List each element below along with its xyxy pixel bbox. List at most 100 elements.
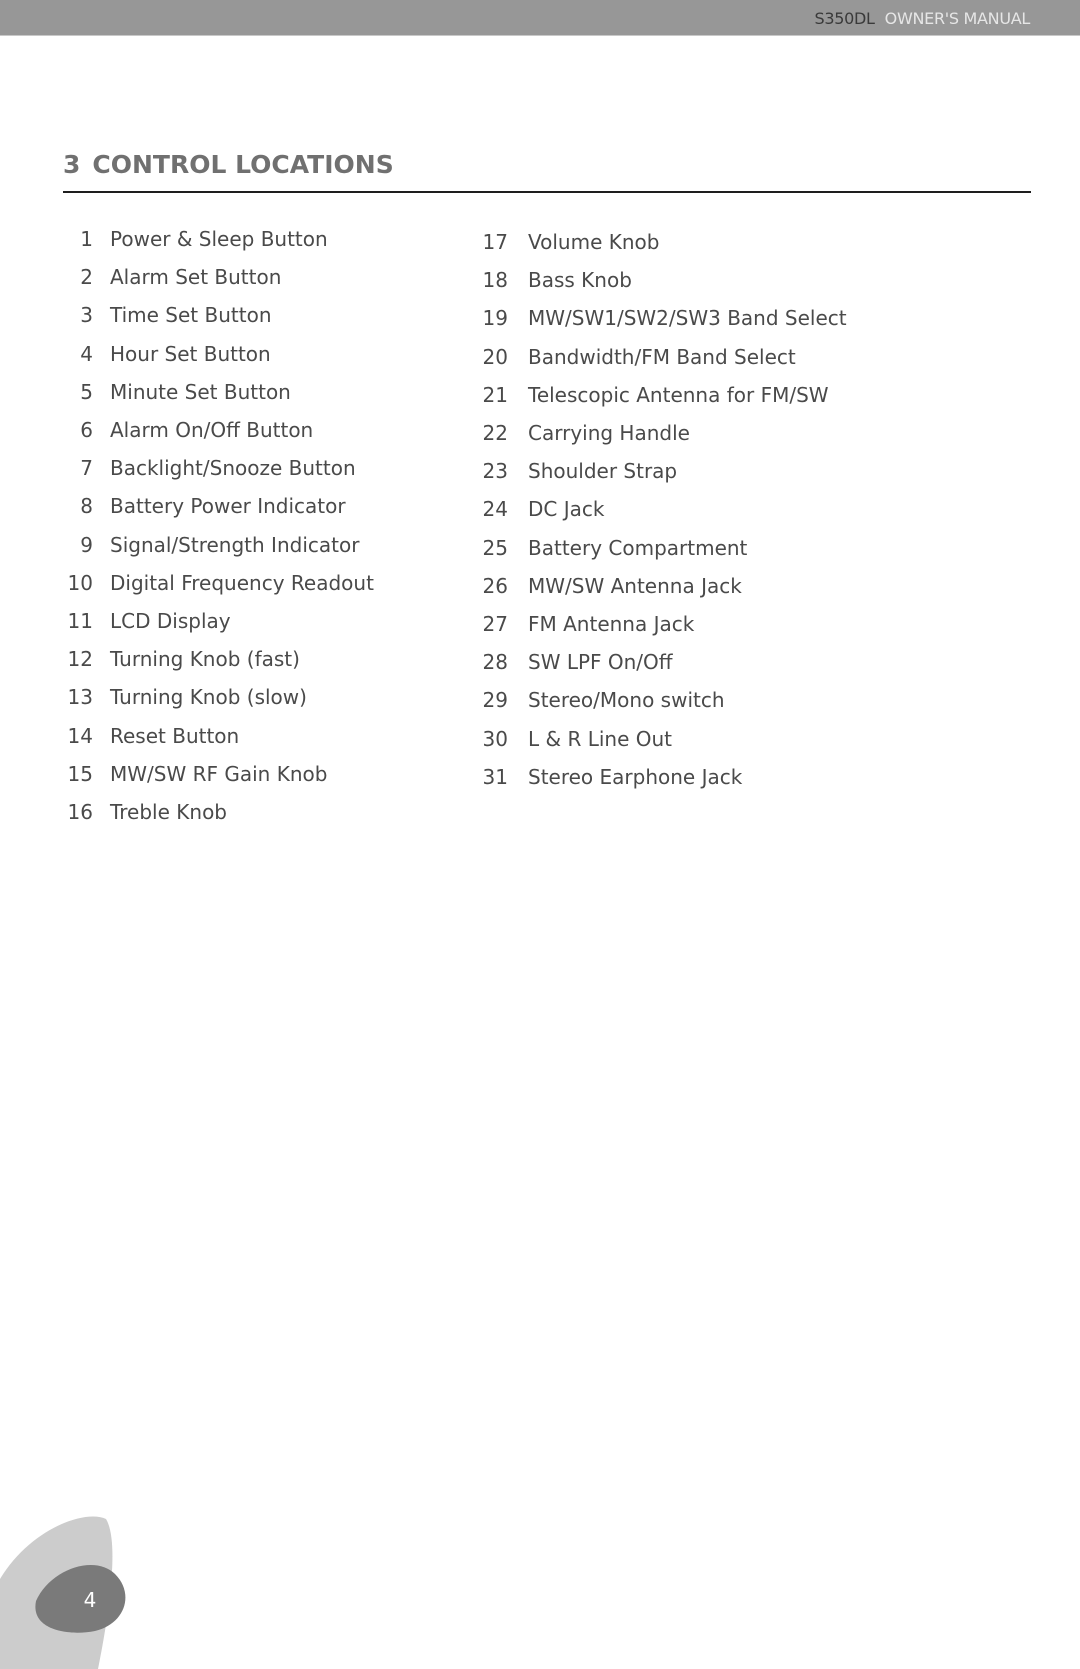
control-list-item: 23 Shoulder Strap <box>481 452 847 490</box>
control-label: Turning Knob (fast) <box>110 647 300 672</box>
control-list-item: 6 Alarm On/Off Button <box>63 411 374 449</box>
control-number: 31 <box>482 764 508 789</box>
control-list-item: 11 LCD Display <box>63 602 374 640</box>
control-label: Turning Knob (slow) <box>110 685 307 710</box>
control-number: 26 <box>482 573 508 598</box>
control-list-item: 12 Turning Knob (fast) <box>63 640 374 678</box>
control-label: Telescopic Antenna for FM/SW <box>528 382 829 407</box>
control-label: SW LPF On/Off <box>528 650 673 675</box>
title-divider <box>63 191 1031 193</box>
control-number: 20 <box>482 344 508 369</box>
control-list-item: 17 Volume Knob <box>481 223 847 261</box>
control-list-item: 21 Telescopic Antenna for FM/SW <box>481 376 847 414</box>
control-number: 18 <box>482 268 508 293</box>
control-label: MW/SW RF Gain Knob <box>110 761 328 786</box>
control-number: 30 <box>482 726 508 751</box>
control-number: 29 <box>482 688 508 713</box>
control-list-item: 7 Backlight/Snooze Button <box>63 449 374 487</box>
control-list-item: 1 Power & Sleep Button <box>63 220 374 258</box>
control-number: 1 <box>80 227 93 252</box>
control-number: 21 <box>482 382 508 407</box>
control-list-item: 30 L & R Line Out <box>481 719 847 757</box>
control-list-item: 4 Hour Set Button <box>63 335 374 373</box>
control-label: Digital Frequency Readout <box>110 570 374 595</box>
control-list-item: 5 Minute Set Button <box>63 373 374 411</box>
control-list-item: 26 MW/SW Antenna Jack <box>481 567 847 605</box>
control-number: 7 <box>80 456 93 481</box>
control-number: 16 <box>67 799 93 824</box>
control-number: 23 <box>482 459 508 484</box>
control-list-item: 15 MW/SW RF Gain Knob <box>63 755 374 793</box>
control-number: 22 <box>482 421 508 446</box>
control-list-item: 2 Alarm Set Button <box>63 258 374 296</box>
control-list-item: 25 Battery Compartment <box>481 529 847 567</box>
control-label: Treble Knob <box>110 799 228 824</box>
control-label: DC Jack <box>528 497 605 522</box>
page-number: 4 <box>83 1588 97 1612</box>
control-label: Power & Sleep Button <box>110 227 328 252</box>
control-number: 28 <box>482 650 508 675</box>
control-list-item: 9 Signal/Strength Indicator <box>63 526 374 564</box>
control-number: 15 <box>67 761 93 786</box>
controls-list-right: 17 Volume Knob 18 Bass Knob 19 MW/SW1/SW2/SW3… <box>481 223 847 796</box>
controls-list-left: 1 Power & Sleep Button 2 Alarm Set Button 3 T… <box>63 220 374 831</box>
control-label: MW/SW1/SW2/SW3 Band Select <box>528 306 847 331</box>
control-list-item: 3 Time Set Button <box>63 296 374 334</box>
control-label: Signal/Strength Indicator <box>110 532 360 557</box>
control-number: 10 <box>67 570 93 595</box>
control-list-item: 10 Digital Frequency Readout <box>63 564 374 602</box>
control-label: Stereo Earphone Jack <box>528 764 743 789</box>
control-list-item: 31 Stereo Earphone Jack <box>481 758 847 796</box>
control-list-item: 8 Battery Power Indicator <box>63 487 374 525</box>
control-label: Volume Knob <box>528 230 660 255</box>
control-number: 27 <box>482 611 508 636</box>
section-heading: CONTROL LOCATIONS <box>92 150 394 179</box>
control-number: 19 <box>482 306 508 331</box>
control-number: 6 <box>80 418 93 443</box>
control-list-item: 22 Carrying Handle <box>481 414 847 452</box>
control-number: 12 <box>67 647 93 672</box>
control-label: Battery Power Indicator <box>110 494 346 519</box>
control-list-item: 20 Bandwidth/FM Band Select <box>481 338 847 376</box>
header-bar: S350DL OWNER'S MANUAL <box>0 0 1080 36</box>
control-list-item: 19 MW/SW1/SW2/SW3 Band Select <box>481 299 847 337</box>
control-number: 9 <box>80 532 93 557</box>
control-list-item: 18 Bass Knob <box>481 261 847 299</box>
running-header: S350DL OWNER'S MANUAL <box>814 9 1031 28</box>
control-label: L & R Line Out <box>528 726 673 751</box>
control-list-item: 27 FM Antenna Jack <box>481 605 847 643</box>
control-label: FM Antenna Jack <box>528 611 695 636</box>
control-list-item: 24 DC Jack <box>481 490 847 528</box>
control-label: Minute Set Button <box>110 379 291 404</box>
header-model: S350DL <box>814 9 875 28</box>
control-label: Backlight/Snooze Button <box>110 456 356 481</box>
control-number: 13 <box>67 685 93 710</box>
control-label: Bandwidth/FM Band Select <box>528 344 796 369</box>
control-label: MW/SW Antenna Jack <box>528 573 742 598</box>
control-list-item: 28 SW LPF On/Off <box>481 643 847 681</box>
control-number: 17 <box>482 230 508 255</box>
control-number: 3 <box>80 303 93 328</box>
control-list-item: 16 Treble Knob <box>63 793 374 831</box>
control-label: Reset Button <box>110 723 240 748</box>
control-number: 8 <box>80 494 93 519</box>
control-list-item: 29 Stereo/Mono switch <box>481 681 847 719</box>
control-label: Carrying Handle <box>528 421 690 446</box>
control-label: Bass Knob <box>528 268 632 293</box>
control-label: Battery Compartment <box>528 535 748 560</box>
control-number: 4 <box>80 341 93 366</box>
page-badge <box>0 1516 126 1669</box>
control-list-item: 14 Reset Button <box>63 716 374 754</box>
control-label: Time Set Button <box>110 303 272 328</box>
control-number: 24 <box>482 497 508 522</box>
control-number: 5 <box>80 379 93 404</box>
control-label: LCD Display <box>110 608 231 633</box>
section-title: 3 CONTROL LOCATIONS <box>63 150 394 179</box>
control-number: 2 <box>80 265 93 290</box>
control-number: 25 <box>482 535 508 560</box>
control-label: Shoulder Strap <box>528 459 678 484</box>
section-number: 3 <box>63 150 81 179</box>
control-label: Stereo/Mono switch <box>528 688 725 713</box>
control-label: Alarm Set Button <box>110 265 282 290</box>
control-number: 14 <box>67 723 93 748</box>
